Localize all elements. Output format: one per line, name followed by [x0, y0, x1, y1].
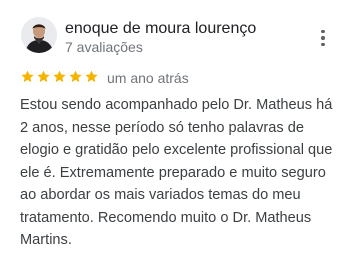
- star-icon: [69, 70, 82, 83]
- review-card: enoque de moura lourenço 7 avaliações um…: [0, 0, 342, 253]
- star-icon: [85, 70, 98, 83]
- reviewer-review-count: 7 avaliações: [65, 39, 143, 55]
- avatar-photo: [21, 17, 57, 53]
- reviewer-name[interactable]: enoque de moura lourenço: [65, 19, 256, 39]
- star-icon: [53, 70, 66, 83]
- avatar[interactable]: [21, 17, 57, 53]
- more-vert-icon-dot: [321, 42, 325, 47]
- review-date: um ano atrás: [107, 70, 189, 86]
- review-text: Estou sendo acompanhado pelo Dr. Matheus…: [20, 97, 333, 248]
- star-icon: [21, 70, 34, 83]
- more-vert-icon: [321, 29, 325, 34]
- star-rating: [20, 69, 99, 85]
- more-vert-icon-dot: [321, 36, 325, 40]
- star-icon: [37, 70, 50, 83]
- more-options-button[interactable]: [315, 27, 331, 49]
